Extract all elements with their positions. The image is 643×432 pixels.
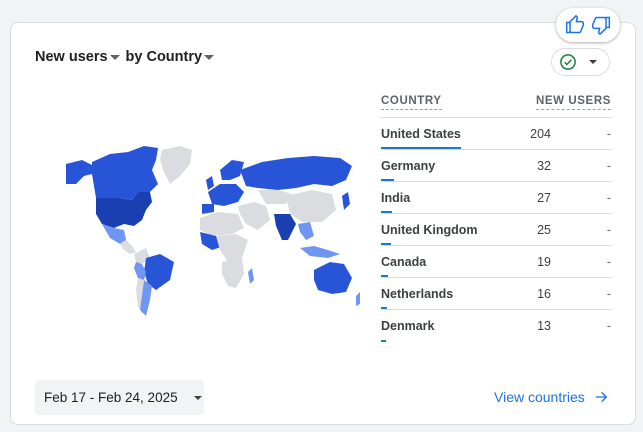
map-region-new-zealand[interactable] — [356, 292, 360, 306]
table-row[interactable]: United Kingdom 25 - — [381, 214, 611, 246]
table-body: United States 204- Germany 32- India 27- Unite… — [381, 118, 611, 342]
share-bar — [381, 275, 388, 277]
country-name: United States — [381, 127, 461, 141]
map-region-north-africa[interactable] — [200, 212, 244, 236]
map-region-greenland[interactable] — [160, 146, 192, 184]
country-name: Denmark — [381, 319, 435, 333]
data-quality-chip[interactable] — [551, 48, 610, 76]
new-users-value: 27 — [537, 191, 551, 205]
date-range-label: Feb 17 - Feb 24, 2025 — [44, 390, 178, 405]
table-row[interactable]: Germany 32 - — [381, 150, 611, 182]
arrow-right-icon — [593, 389, 609, 405]
trend-value: - — [606, 255, 611, 269]
share-bar — [381, 307, 387, 309]
map-region-china[interactable] — [286, 190, 336, 222]
new-users-value: 32 — [537, 159, 551, 173]
trend-value: - — [606, 223, 611, 237]
view-countries-label: View countries — [494, 389, 585, 405]
trend-value: - — [606, 159, 611, 173]
dimension-selector[interactable]: Country — [146, 49, 216, 65]
map-region-western-europe[interactable] — [208, 184, 244, 206]
date-range-selector[interactable]: Feb 17 - Feb 24, 2025 — [35, 380, 204, 415]
thumb-down-icon[interactable] — [590, 14, 612, 36]
map-region-southern-africa[interactable] — [222, 258, 244, 288]
metric-selector[interactable]: New users — [35, 49, 122, 65]
country-name: Germany — [381, 159, 436, 173]
by-label: by — [125, 49, 143, 65]
view-countries-link[interactable]: View countries — [494, 389, 609, 405]
column-header-country[interactable]: COUNTRY — [381, 95, 442, 110]
table-row[interactable]: United States 204 - — [381, 118, 611, 150]
share-bar — [381, 147, 461, 149]
trend-value: - — [606, 319, 611, 333]
new-users-value: 25 — [537, 223, 551, 237]
share-bar — [381, 340, 386, 342]
world-map — [66, 146, 360, 316]
map-region-peru[interactable] — [134, 262, 146, 280]
new-users-value: 19 — [537, 255, 551, 269]
column-header-new-users[interactable]: NEW USERS — [535, 95, 611, 110]
map-region-russia[interactable] — [240, 156, 352, 190]
table-row[interactable]: Netherlands 16 - — [381, 278, 611, 310]
map-region-united-kingdom[interactable] — [206, 176, 214, 190]
map-region-india[interactable] — [274, 214, 296, 240]
trend-value: - — [606, 127, 611, 141]
map-region-australia[interactable] — [314, 262, 352, 294]
country-name: Canada — [381, 255, 427, 269]
dimension-label: Country — [146, 49, 203, 65]
table-row[interactable]: India 27 - — [381, 182, 611, 214]
country-name: United Kingdom — [381, 223, 478, 237]
table-row[interactable]: Denmark 13 - — [381, 310, 611, 342]
feedback-buttons — [556, 8, 620, 42]
chevron-down-icon — [109, 54, 120, 60]
table-header: COUNTRY NEW USERS — [381, 90, 611, 118]
map-region-japan[interactable] — [342, 192, 350, 210]
check-circle-icon — [559, 53, 577, 71]
share-bar — [381, 211, 392, 213]
new-users-value: 13 — [537, 319, 551, 333]
map-region-southeast-asia[interactable] — [298, 222, 314, 240]
new-users-value: 204 — [530, 127, 551, 141]
metric-label: New users — [35, 49, 108, 65]
map-region-central-africa[interactable] — [216, 234, 248, 262]
map-region-madagascar[interactable] — [248, 268, 254, 284]
card-title: New users by Country — [35, 49, 216, 65]
map-region-iberia[interactable] — [202, 204, 214, 214]
share-bar — [381, 179, 394, 181]
new-users-value: 16 — [537, 287, 551, 301]
trend-value: - — [606, 287, 611, 301]
chevron-down-icon — [204, 54, 215, 60]
thumb-up-icon[interactable] — [564, 14, 586, 36]
country-name: Netherlands — [381, 287, 454, 301]
map-region-canada[interactable] — [92, 146, 158, 200]
share-bar — [381, 243, 391, 245]
chevron-down-icon — [589, 60, 597, 64]
country-table: COUNTRY NEW USERS United States 204- Germa… — [381, 90, 611, 342]
chevron-down-icon — [193, 395, 202, 400]
table-row[interactable]: Canada 19 - — [381, 246, 611, 278]
country-name: India — [381, 191, 411, 205]
map-region-indonesia[interactable] — [300, 246, 340, 258]
trend-value: - — [606, 191, 611, 205]
map-region-alaska[interactable] — [66, 160, 94, 184]
